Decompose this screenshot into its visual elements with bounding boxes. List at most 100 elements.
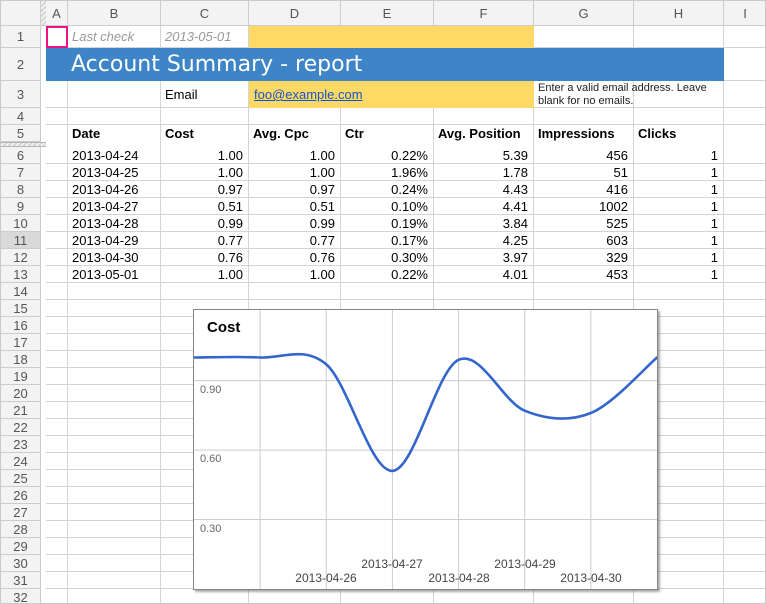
row-header-17[interactable]: 17	[1, 334, 41, 351]
row-header-21[interactable]: 21	[1, 402, 41, 419]
table-cell[interactable]: 2013-05-01	[68, 266, 161, 283]
report-title-cell[interactable]: Account Summary - report	[46, 48, 724, 81]
table-cell[interactable]: 2013-04-26	[68, 181, 161, 198]
table-cell[interactable]: 1	[634, 198, 724, 215]
table-cell[interactable]: 1	[634, 164, 724, 181]
column-header-c[interactable]: C	[161, 1, 249, 26]
table-cell[interactable]: 0.77	[161, 232, 249, 249]
column-header-e[interactable]: E	[341, 1, 434, 26]
column-header-f[interactable]: F	[434, 1, 534, 26]
row-header-26[interactable]: 26	[1, 487, 41, 504]
table-cell[interactable]: 0.17%	[341, 232, 434, 249]
table-cell[interactable]: 0.22%	[341, 266, 434, 283]
row-header-32[interactable]: 32	[1, 589, 41, 604]
row-header-4[interactable]: 4	[1, 108, 41, 125]
table-cell[interactable]: 1.78	[434, 164, 534, 181]
cell-last-check-label[interactable]: Last check	[68, 26, 161, 48]
row-header-28[interactable]: 28	[1, 521, 41, 538]
row-header-27[interactable]: 27	[1, 504, 41, 521]
table-cell[interactable]: 4.01	[434, 266, 534, 283]
table-cell[interactable]: 2013-04-28	[68, 215, 161, 232]
row-header-14[interactable]: 14	[1, 283, 41, 300]
email-link[interactable]: foo@example.com	[254, 87, 363, 102]
table-cell[interactable]: 0.76	[161, 249, 249, 266]
table-cell[interactable]: 0.77	[249, 232, 341, 249]
row-header-30[interactable]: 30	[1, 555, 41, 572]
cell-email-value[interactable]: foo@example.com	[249, 81, 534, 108]
corner-cell[interactable]	[1, 1, 41, 26]
table-cell[interactable]: 2013-04-29	[68, 232, 161, 249]
table-header-cell[interactable]: Clicks	[634, 125, 724, 142]
table-cell[interactable]: 0.51	[161, 198, 249, 215]
table-cell[interactable]: 0.24%	[341, 181, 434, 198]
table-cell[interactable]: 0.97	[249, 181, 341, 198]
column-header-b[interactable]: B	[68, 1, 161, 26]
row-header-20[interactable]: 20	[1, 385, 41, 402]
table-cell[interactable]: 0.76	[249, 249, 341, 266]
table-cell[interactable]: 0.19%	[341, 215, 434, 232]
table-cell[interactable]: 1.00	[249, 164, 341, 181]
table-cell[interactable]: 5.39	[434, 147, 534, 164]
table-cell[interactable]: 1	[634, 249, 724, 266]
table-cell[interactable]: 0.97	[161, 181, 249, 198]
table-header-cell[interactable]: Ctr	[341, 125, 434, 142]
row-header-15[interactable]: 15	[1, 300, 41, 317]
table-cell[interactable]: 525	[534, 215, 634, 232]
table-cell[interactable]: 1	[634, 215, 724, 232]
table-cell[interactable]: 1.96%	[341, 164, 434, 181]
table-cell[interactable]: 0.99	[161, 215, 249, 232]
row-header-10[interactable]: 10	[1, 215, 41, 232]
cost-chart[interactable]: Cost 0.300.600.902013-04-262013-04-27201…	[193, 309, 658, 590]
table-cell[interactable]: 456	[534, 147, 634, 164]
row-header-29[interactable]: 29	[1, 538, 41, 555]
highlighted-range-d1-f1[interactable]	[249, 26, 534, 48]
table-cell[interactable]: 51	[534, 164, 634, 181]
table-cell[interactable]: 2013-04-24	[68, 147, 161, 164]
table-cell[interactable]: 2013-04-27	[68, 198, 161, 215]
table-cell[interactable]: 1	[634, 147, 724, 164]
row-header-1[interactable]: 1	[1, 26, 41, 48]
table-cell[interactable]: 1	[634, 232, 724, 249]
row-header-22[interactable]: 22	[1, 419, 41, 436]
table-cell[interactable]: 2013-04-25	[68, 164, 161, 181]
table-cell[interactable]: 1002	[534, 198, 634, 215]
column-header-d[interactable]: D	[249, 1, 341, 26]
table-cell[interactable]: 1	[634, 266, 724, 283]
table-cell[interactable]: 2013-04-30	[68, 249, 161, 266]
row-header-23[interactable]: 23	[1, 436, 41, 453]
table-header-cell[interactable]: Cost	[161, 125, 249, 142]
column-header-i[interactable]: I	[724, 1, 766, 26]
row-header-31[interactable]: 31	[1, 572, 41, 589]
table-cell[interactable]: 0.22%	[341, 147, 434, 164]
row-header-13[interactable]: 13	[1, 266, 41, 283]
table-cell[interactable]: 1.00	[161, 147, 249, 164]
row-header-8[interactable]: 8	[1, 181, 41, 198]
row-header-9[interactable]: 9	[1, 198, 41, 215]
table-cell[interactable]: 4.41	[434, 198, 534, 215]
table-cell[interactable]: 603	[534, 232, 634, 249]
table-cell[interactable]: 1.00	[249, 147, 341, 164]
table-header-cell[interactable]: Avg. Position	[434, 125, 534, 142]
row-header-16[interactable]: 16	[1, 317, 41, 334]
table-cell[interactable]: 3.97	[434, 249, 534, 266]
row-header-18[interactable]: 18	[1, 351, 41, 368]
table-cell[interactable]: 453	[534, 266, 634, 283]
table-cell[interactable]: 329	[534, 249, 634, 266]
row-header-6[interactable]: 6	[1, 147, 41, 164]
table-cell[interactable]: 416	[534, 181, 634, 198]
row-header-7[interactable]: 7	[1, 164, 41, 181]
row-header-12[interactable]: 12	[1, 249, 41, 266]
row-header-24[interactable]: 24	[1, 453, 41, 470]
row-header-19[interactable]: 19	[1, 368, 41, 385]
table-header-cell[interactable]: Avg. Cpc	[249, 125, 341, 142]
column-header-g[interactable]: G	[534, 1, 634, 26]
table-cell[interactable]: 4.43	[434, 181, 534, 198]
table-cell[interactable]: 0.51	[249, 198, 341, 215]
table-cell[interactable]: 4.25	[434, 232, 534, 249]
row-header-11[interactable]: 11	[1, 232, 41, 249]
row-header-5[interactable]: 5	[1, 125, 41, 142]
table-cell[interactable]: 1.00	[249, 266, 341, 283]
column-header-a[interactable]: A	[46, 1, 68, 26]
table-cell[interactable]: 0.30%	[341, 249, 434, 266]
table-cell[interactable]: 1	[634, 181, 724, 198]
